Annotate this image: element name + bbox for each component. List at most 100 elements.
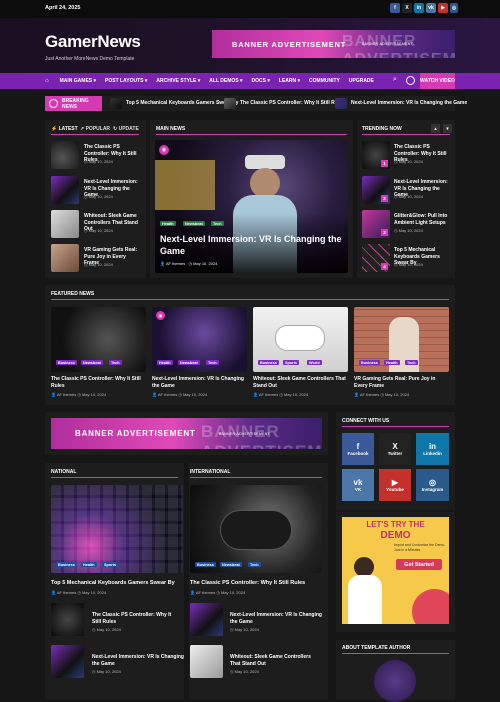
person-body-shape [348, 575, 382, 624]
trending-title-3[interactable]: Glitter&Glow: Pull Into Ambient Light Se… [394, 213, 452, 226]
twitter-icon[interactable]: X [402, 3, 412, 13]
theme-toggle-icon[interactable] [406, 76, 415, 85]
national-list-thumb-1[interactable] [51, 603, 84, 636]
tab-update[interactable]: ↻ UPDATE [113, 126, 139, 132]
featured-title-1[interactable]: The Classic PS Controller: Why It Still … [51, 376, 146, 389]
featured-1-tag-3[interactable]: Tech [109, 360, 122, 365]
international-list-title-1[interactable]: Next-Level Immersion: VR Is Changing the… [230, 612, 322, 625]
featured-3-tag-1[interactable]: Business [258, 360, 279, 365]
connect-instagram[interactable]: ◎ Instagram [416, 469, 449, 501]
instagram-icon[interactable]: ◎ [450, 3, 458, 13]
latest-date-1: ◷ May 10, 2024 [84, 159, 113, 164]
author-underline [342, 653, 449, 654]
linkedin-icon[interactable]: in [414, 3, 424, 13]
nav-all-demos[interactable]: ALL DEMOS ▾ [209, 78, 242, 84]
nav-post-layouts[interactable]: POST LAYOUTS ▾ [105, 78, 147, 84]
featured-2-tag-2[interactable]: Newsbeat [178, 360, 200, 365]
featured-3-tag-3[interactable]: World [307, 360, 322, 365]
featured-4-tag-1[interactable]: Business [359, 360, 380, 365]
header-banner-ad[interactable]: BANNER ADVERTISEMENT BANNER ADVERTISEMEN… [212, 30, 455, 58]
trending-num-3: 3 [381, 229, 388, 236]
national-image[interactable] [51, 485, 183, 573]
featured-meta-2: 👤 AF themes ◷ May 10, 2024 [152, 392, 208, 397]
connect-linkedin[interactable]: in Linkedin [416, 433, 449, 465]
international-tag-3[interactable]: Tech [248, 562, 261, 567]
breaking-item-3[interactable]: Next-Level Immersion: VR Is Changing the… [351, 100, 467, 106]
banner-title: BANNER ADVERTISEMENT [232, 40, 347, 49]
breaking-thumb-2 [224, 98, 236, 109]
vk-icon[interactable]: vk [426, 3, 436, 13]
featured-3-tag-2[interactable]: Sports [283, 360, 300, 365]
face-shape [250, 168, 280, 198]
international-list-thumb-2[interactable] [190, 645, 223, 678]
pause-icon[interactable] [49, 99, 58, 108]
connect-facebook[interactable]: f Facebook [342, 433, 374, 465]
watch-video-button[interactable]: WATCH VIDEO [420, 73, 455, 89]
trending-date-4: ◷ May 10, 2024 [394, 262, 423, 267]
national-tag-1[interactable]: Business [56, 562, 77, 567]
main-news-header: MAIN NEWS [156, 126, 186, 132]
national-title[interactable]: Top 5 Mechanical Keyboards Gamers Swear … [51, 580, 186, 586]
international-image[interactable] [190, 485, 322, 573]
international-tag-1[interactable]: Business [195, 562, 216, 567]
featured-title-4[interactable]: VR Gaming Gets Real: Pure Joy in Every F… [354, 376, 449, 389]
featured-2-tag-3[interactable]: Tech [206, 360, 219, 365]
latest-date-3: ◷ May 10, 2024 [84, 228, 113, 233]
home-icon[interactable]: ⌂ [45, 78, 49, 84]
trending-num-4: 4 [381, 263, 388, 270]
tab-popular[interactable]: ↗ POPULAR [80, 126, 110, 132]
featured-1-tag-2[interactable]: Newsbeat [81, 360, 103, 365]
latest-thumb-4[interactable] [51, 244, 79, 272]
trending-down-icon[interactable]: ▾ [443, 124, 452, 133]
instagram-tile-icon: ◎ [429, 478, 436, 487]
featured-2-tag-1[interactable]: Health [157, 360, 173, 365]
trending-up-icon[interactable]: ▴ [431, 124, 440, 133]
main-news-title[interactable]: Next-Level Immersion: VR Is Changing the… [160, 233, 345, 257]
nav-community[interactable]: COMMUNITY [309, 78, 340, 84]
get-started-button[interactable]: Get Started [396, 559, 442, 570]
main-tag-1[interactable]: Health [160, 221, 176, 226]
connect-twitter[interactable]: X Twitter [379, 433, 411, 465]
author-avatar[interactable] [374, 660, 416, 702]
latest-thumb-2[interactable] [51, 176, 79, 204]
facebook-icon[interactable]: f [390, 3, 400, 13]
featured-title-2[interactable]: Next-Level Immersion: VR Is Changing the… [152, 376, 247, 389]
site-logo[interactable]: GamerNews [45, 32, 141, 52]
breaking-item-1[interactable]: Top 5 Mechanical Keyboards Gamers Swear … [126, 100, 238, 106]
nav-upgrade[interactable]: UPGRADE [349, 78, 374, 84]
mid-banner-ad[interactable]: BANNER ADVERTISEMENT BANNER ADVERTISEMEN… [51, 418, 322, 449]
connect-vk[interactable]: vk VK [342, 469, 374, 501]
national-tag-2[interactable]: Health [81, 562, 97, 567]
national-tag-3[interactable]: Sports [102, 562, 119, 567]
nav-archive-style[interactable]: ARCHIVE STYLE ▾ [156, 78, 200, 84]
international-tag-2[interactable]: Newsbeat [220, 562, 242, 567]
international-list-thumb-1[interactable] [190, 603, 223, 636]
youtube-icon[interactable]: ▶ [438, 3, 448, 13]
demo-ad[interactable]: LET'S TRY THE DEMO Import and Customize … [342, 517, 449, 624]
connect-youtube[interactable]: ▶ Youtube [379, 469, 411, 501]
national-list-thumb-2[interactable] [51, 645, 84, 678]
nav-main-games[interactable]: MAIN GAMES ▾ [60, 78, 96, 84]
nav-docs[interactable]: DOCS ▾ [252, 78, 270, 84]
main-tag-3[interactable]: Tech [211, 221, 224, 226]
featured-meta-3: 👤 AF themes ◷ May 10, 2024 [253, 392, 309, 397]
featured-4-tag-2[interactable]: Health [384, 360, 400, 365]
connect-underline [342, 426, 449, 427]
national-header: NATIONAL [51, 469, 77, 475]
latest-thumb-3[interactable] [51, 210, 79, 238]
main-tag-2[interactable]: Newsbeat [183, 221, 205, 226]
search-icon[interactable]: ⌕ [393, 76, 397, 84]
tab-latest[interactable]: ⚡ LATEST [51, 126, 78, 132]
national-list-title-1[interactable]: The Classic PS Controller: Why It Still … [92, 612, 180, 625]
international-title[interactable]: The Classic PS Controller: Why It Still … [190, 580, 325, 586]
national-list-title-2[interactable]: Next-Level Immersion: VR Is Changing the… [92, 654, 184, 667]
featured-4-tag-3[interactable]: Tech [405, 360, 418, 365]
international-list-title-2[interactable]: Whiteout: Sleek Game Controllers That St… [230, 654, 322, 667]
instagram-tile-label: Instagram [421, 487, 444, 492]
latest-thumb-1[interactable] [51, 141, 79, 169]
featured-title-3[interactable]: Whiteout: Sleek Game Controllers That St… [253, 376, 348, 389]
featured-1-tag-1[interactable]: Business [56, 360, 77, 365]
breaking-item-2[interactable]: The Classic PS Controller: Why It Still … [240, 100, 345, 106]
nav-learn[interactable]: LEARN ▾ [279, 78, 300, 84]
tab-underline [51, 134, 139, 135]
